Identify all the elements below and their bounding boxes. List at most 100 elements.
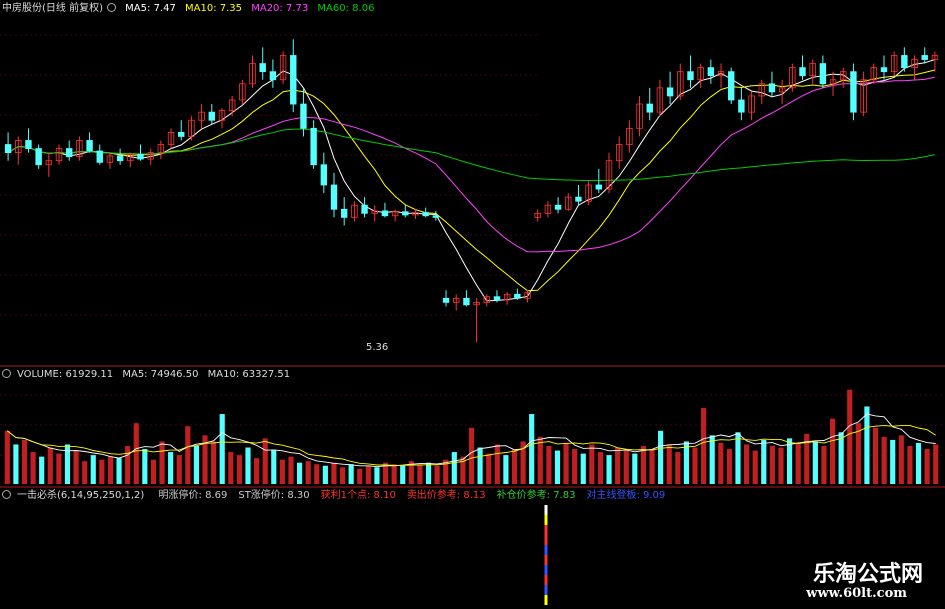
volume-bar <box>271 450 277 484</box>
indicator-signal-segment <box>544 565 548 575</box>
volume-bar <box>529 414 535 484</box>
volume-bar <box>168 452 174 484</box>
volume-bar <box>30 452 36 484</box>
indicator-readout: 获利1个点: 8.10 <box>320 490 396 501</box>
volume-bar <box>56 453 62 484</box>
candle-body <box>66 148 73 158</box>
volume-bar <box>125 445 131 484</box>
indicator-signal-segment <box>544 525 548 535</box>
volume-bar <box>391 464 397 484</box>
candle-body <box>799 67 806 77</box>
volume-bar <box>245 447 251 484</box>
volume-bar <box>90 455 96 484</box>
volume-bar <box>365 465 371 484</box>
volume-bar <box>752 450 758 484</box>
candle-body <box>728 71 735 101</box>
indicator-signal-segment <box>544 515 548 525</box>
ma10-readout: MA10: 7.35 <box>185 3 243 14</box>
candle-body <box>921 55 928 60</box>
volume-bar <box>726 449 732 484</box>
volume-bar <box>374 467 380 484</box>
settings-icon[interactable] <box>106 3 116 12</box>
indicator-readout: 卖出价参考: 8.13 <box>406 490 486 501</box>
volume-bar <box>907 445 913 484</box>
indicator-readout: 补仓价参考: 7.83 <box>496 490 576 501</box>
candle-body <box>330 184 338 210</box>
ma20-line <box>7 76 936 253</box>
candle-body <box>422 212 429 217</box>
volume-bar <box>683 441 689 484</box>
volume-bar <box>572 449 578 484</box>
candle-body <box>442 297 450 303</box>
volume-panel-header: VOLUME: 61929.11 MA5: 74946.50 MA10: 633… <box>2 369 296 381</box>
volume-ma5-readout: MA5: 74946.50 <box>122 369 199 380</box>
volume-bar <box>658 430 664 484</box>
candle-body <box>259 63 266 73</box>
watermark-url: www.60lt.com <box>798 586 915 601</box>
volume-bar <box>296 462 303 484</box>
volume-bar <box>279 459 285 484</box>
volume-bar <box>150 459 157 484</box>
candle-body <box>666 87 674 97</box>
candle-body <box>25 140 32 149</box>
volume-bar <box>142 449 148 484</box>
ma10-line <box>7 69 936 292</box>
volume-bar <box>623 450 629 484</box>
volume-bar <box>73 450 79 484</box>
volume-bar <box>933 444 939 484</box>
volume-bar <box>451 452 457 484</box>
stock-chart <box>0 34 945 605</box>
candle-body <box>340 208 348 218</box>
volume-bar <box>924 449 930 484</box>
settings-icon[interactable] <box>2 369 11 378</box>
volume-bar <box>348 464 354 484</box>
volume-bar <box>744 444 750 484</box>
candle-body <box>687 71 694 81</box>
candle-body <box>432 215 440 218</box>
volume-bar <box>872 427 879 484</box>
volume-bar <box>288 456 294 484</box>
volume-bar <box>666 444 672 484</box>
indicator-signal-segment <box>544 535 548 545</box>
watermark-title: 乐淘公式网 <box>804 556 931 588</box>
candle-body <box>300 103 307 129</box>
candle-body <box>96 150 103 163</box>
indicator-readout: 明涨停价: 8.69 <box>158 490 228 501</box>
candle-body <box>554 204 562 210</box>
volume-bar <box>881 436 887 484</box>
volume-bar <box>400 465 406 484</box>
volume-bar <box>254 458 260 484</box>
volume-bar <box>890 439 896 484</box>
volume-bar <box>812 441 818 484</box>
volume-bar <box>589 444 595 484</box>
volume-bar <box>4 430 10 484</box>
indicator-signal-segment <box>544 545 548 555</box>
settings-icon[interactable] <box>2 490 11 499</box>
candle-body <box>290 55 297 105</box>
indicator-signal-segment <box>544 555 548 565</box>
indicator-readouts: 明涨停价: 8.69 ST涨停价: 8.30 获利1个点: 8.10 卖出价参考: 8… <box>154 490 672 501</box>
candle-body <box>35 148 42 166</box>
volume-bar <box>554 450 561 484</box>
volume-bar <box>494 444 500 484</box>
volume-bar <box>778 447 784 484</box>
volume-bar <box>262 438 268 484</box>
indicator-readout: ST涨停价: 8.30 <box>238 490 310 501</box>
volume-bar <box>597 452 604 484</box>
volume-bar <box>915 442 922 484</box>
volume-bar <box>107 456 114 484</box>
volume-bar <box>563 442 569 484</box>
volume-bar <box>709 435 715 484</box>
volume-bar <box>417 464 423 484</box>
volume-bar <box>761 439 767 484</box>
indicator-signal-segment <box>544 575 548 585</box>
volume-bar <box>219 414 225 484</box>
candle-body <box>850 71 857 113</box>
volume-bar <box>116 458 122 484</box>
candle-body <box>4 144 12 154</box>
candle-body <box>402 211 409 216</box>
candle-body <box>514 293 521 299</box>
candle-body <box>208 111 215 121</box>
volume-bar <box>176 455 182 484</box>
ma20-readout: MA20: 7.73 <box>251 3 309 14</box>
